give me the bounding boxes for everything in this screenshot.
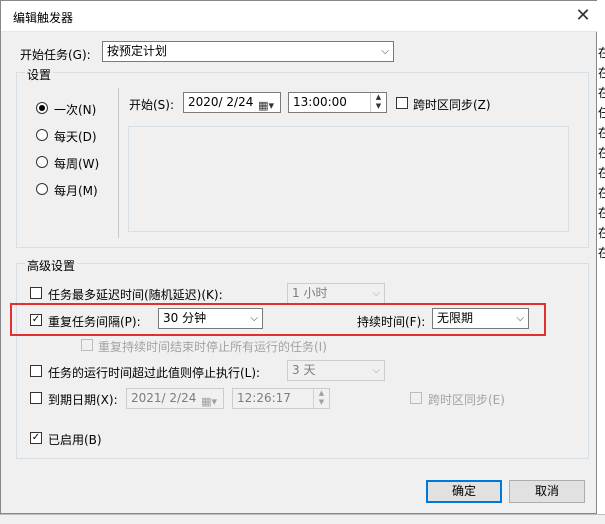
calendar-icon[interactable]: ▦▾ xyxy=(201,392,217,411)
expire-sync-label: 跨时区同步(E) xyxy=(428,393,505,407)
spinner-arrows-icon[interactable]: ▲ ▼ xyxy=(313,389,329,408)
chevron-down-icon: ⌵ xyxy=(516,313,524,324)
vertical-divider xyxy=(118,88,119,238)
repeat-label: 重复任务间隔(P): xyxy=(48,315,141,329)
close-icon[interactable]: ✕ xyxy=(571,4,595,28)
stop-if-longer-dropdown[interactable]: 3 天 ⌵ xyxy=(287,360,385,381)
expire-date-picker[interactable]: 2021/ 2/24 ▦▾ xyxy=(126,388,224,409)
repeat-checkbox[interactable]: ✓ xyxy=(30,314,42,326)
stop-repeat-label: 重复持续时间结束时停止所有运行的任务(I) xyxy=(98,340,327,354)
background-text-glyph: 在 xyxy=(598,226,605,240)
enabled-label: 已启用(B) xyxy=(48,433,102,447)
chevron-down-icon: ⌵ xyxy=(372,365,380,376)
delay-checkbox[interactable] xyxy=(30,287,42,299)
radio-daily-label: 每天(D) xyxy=(54,130,97,144)
title-bar: 编辑触发器 ✕ xyxy=(1,1,598,32)
background-window-edge: 在在在任在在在在在在在 xyxy=(596,28,605,523)
radio-once-label: 一次(N) xyxy=(54,103,97,117)
repeat-interval-value: 30 分钟 xyxy=(163,311,207,325)
start-time-spinner[interactable]: 13:00:00 ▲ ▼ xyxy=(288,92,387,113)
enabled-checkbox[interactable]: ✓ xyxy=(30,432,42,444)
radio-daily[interactable] xyxy=(36,129,48,141)
schedule-details-panel xyxy=(128,126,569,232)
settings-group-title: 设置 xyxy=(25,66,54,83)
advanced-group-title: 高级设置 xyxy=(25,257,78,274)
spinner-arrows-icon[interactable]: ▲ ▼ xyxy=(370,93,386,112)
delay-value: 1 小时 xyxy=(292,286,328,300)
edit-trigger-dialog: 编辑触发器 ✕ 开始任务(G): 按预定计划 ⌵ 设置 一次(N) 每天(D) 每周… xyxy=(0,0,598,514)
background-text-glyph: 在 xyxy=(598,206,605,220)
stop-if-longer-label: 任务的运行时间超过此值则停止执行(L): xyxy=(48,366,261,380)
start-task-dropdown[interactable]: 按预定计划 ⌵ xyxy=(102,41,394,62)
radio-once[interactable] xyxy=(36,102,48,114)
expire-checkbox[interactable] xyxy=(30,392,42,404)
radio-monthly[interactable] xyxy=(36,183,48,195)
stop-repeat-checkbox[interactable] xyxy=(81,339,93,351)
chevron-down-icon: ⌵ xyxy=(250,313,258,324)
radio-weekly-label: 每周(W) xyxy=(54,157,100,171)
background-text-glyph: 在 xyxy=(598,166,605,180)
delay-label: 任务最多延迟时间(随机延迟)(K): xyxy=(48,288,223,302)
radio-monthly-label: 每月(M) xyxy=(54,184,98,198)
background-text-glyph: 在 xyxy=(598,66,605,80)
stop-if-longer-checkbox[interactable] xyxy=(30,365,42,377)
background-text-glyph: 在 xyxy=(598,86,605,100)
radio-weekly[interactable] xyxy=(36,156,48,168)
dialog-title: 编辑触发器 xyxy=(13,11,74,25)
start-task-label: 开始任务(G): xyxy=(20,48,91,62)
ok-button[interactable]: 确定 xyxy=(426,480,502,503)
expire-time-spinner[interactable]: 12:26:17 ▲ ▼ xyxy=(232,388,330,409)
background-text-glyph: 任 xyxy=(598,106,605,120)
duration-label: 持续时间(F): xyxy=(357,315,426,329)
background-text-glyph: 在 xyxy=(598,146,605,160)
background-text-glyph: 在 xyxy=(598,186,605,200)
repeat-interval-dropdown[interactable]: 30 分钟 ⌵ xyxy=(158,308,263,329)
start-task-value: 按预定计划 xyxy=(107,44,168,58)
sync-timezone-label: 跨时区同步(Z) xyxy=(413,98,491,112)
calendar-icon[interactable]: ▦▾ xyxy=(258,96,274,115)
cancel-button[interactable]: 取消 xyxy=(509,480,585,503)
delay-dropdown[interactable]: 1 小时 ⌵ xyxy=(287,283,385,304)
background-text-glyph: 在 xyxy=(598,46,605,60)
expire-label: 到期日期(X): xyxy=(48,393,118,407)
duration-value: 无限期 xyxy=(437,311,474,325)
chevron-down-icon: ⌵ xyxy=(372,288,380,299)
sync-timezone-checkbox[interactable] xyxy=(396,97,408,109)
start-date-picker[interactable]: 2020/ 2/24 ▦▾ xyxy=(183,92,281,113)
start-time-value: 13:00:00 xyxy=(293,95,347,109)
expire-sync-checkbox[interactable] xyxy=(410,392,422,404)
background-text-glyph: 在 xyxy=(598,126,605,140)
expire-date-value: 2021/ 2/24 xyxy=(131,391,197,405)
background-text-glyph: 在 xyxy=(598,246,605,260)
duration-dropdown[interactable]: 无限期 ⌵ xyxy=(432,308,529,329)
expire-time-value: 12:26:17 xyxy=(237,391,291,405)
stop-if-longer-value: 3 天 xyxy=(292,363,316,377)
start-date-value: 2020/ 2/24 xyxy=(188,95,254,109)
chevron-down-icon: ⌵ xyxy=(381,46,389,57)
start-label: 开始(S): xyxy=(129,98,175,112)
